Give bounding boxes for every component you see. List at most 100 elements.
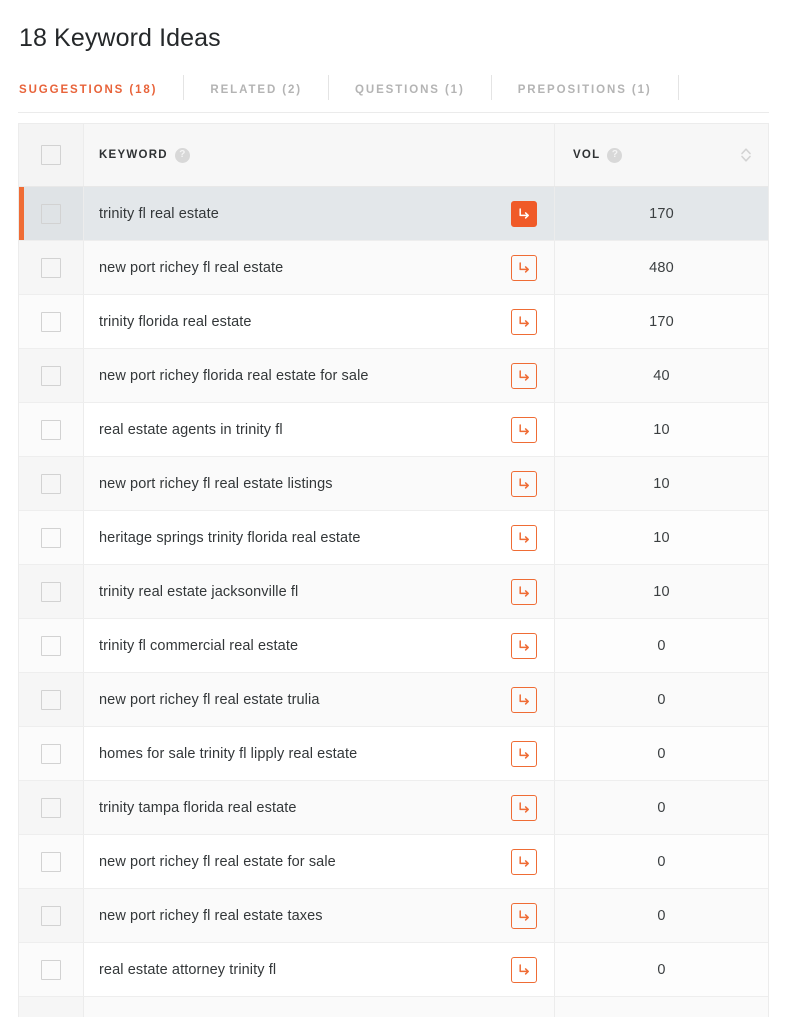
table-row[interactable]: real estate attorney trinity fl0 [19,943,768,997]
arrow-down-right-icon[interactable] [511,849,537,875]
tab-divider [328,75,329,100]
row-select-cell[interactable] [19,457,84,510]
arrow-down-right-icon[interactable] [511,957,537,983]
keyword-ideas-page: 18 Keyword Ideas SUGGESTIONS (18)RELATED… [0,0,787,1024]
keyword-cell: heritage springs trinity florida real es… [84,511,554,564]
row-select-cell[interactable] [19,727,84,780]
vol-value: 480 [649,260,674,276]
row-select-cell[interactable] [19,943,84,996]
table-row[interactable]: new port richey florida real estate for … [19,349,768,403]
row-checkbox[interactable] [41,366,61,386]
table-row[interactable]: new port richey fl real estate for sale 0 [19,835,768,889]
row-checkbox[interactable] [41,744,61,764]
table-row[interactable]: trinity fl commercial real estate0 [19,619,768,673]
arrow-down-right-icon[interactable] [511,201,537,227]
keyword-cell: new port richey fl real estate for sale [84,835,554,888]
table-row[interactable]: homes for sale trinity fl lipply real es… [19,727,768,781]
tab-bar: SUGGESTIONS (18) RELATED (2) QUESTIONS (1)… [18,73,769,113]
row-checkbox[interactable] [41,798,61,818]
vol-value: 0 [657,746,665,762]
arrow-down-right-icon[interactable] [511,795,537,821]
arrow-down-right-icon[interactable] [511,741,537,767]
row-checkbox[interactable] [41,906,61,926]
row-select-cell[interactable] [19,241,84,294]
keyword-cell: trinity tampa florida real estate [84,781,554,834]
keyword-column-header[interactable]: KEYWORD ? [84,124,554,186]
row-checkbox[interactable] [41,474,61,494]
arrow-down-right-icon[interactable] [511,525,537,551]
row-select-cell[interactable] [19,565,84,618]
tab-questions[interactable]: QUESTIONS (1) [355,73,465,112]
row-select-cell[interactable] [19,187,84,240]
vol-value: 10 [653,476,670,492]
vol-cell: 0 [554,943,768,996]
table-row[interactable]: new port richey fl real estate taxes0 [19,889,768,943]
table-row[interactable]: real estate agents in trinity fl 10 [19,403,768,457]
tab-prepositions[interactable]: PREPOSITIONS (1) [518,73,652,112]
row-checkbox[interactable] [41,960,61,980]
keyword-text: trinity tampa florida real estate [99,800,501,816]
row-checkbox[interactable] [41,312,61,332]
table-row[interactable]: new port richey fl real estate480 [19,241,768,295]
vol-cell: 0 [554,889,768,942]
tab-related[interactable]: RELATED (2) [210,73,302,112]
vol-help-icon[interactable]: ? [607,148,622,163]
table-row[interactable]: trinity real estate jacksonville fl10 [19,565,768,619]
row-checkbox[interactable] [41,852,61,872]
row-checkbox[interactable] [41,528,61,548]
vol-cell: 0 [554,727,768,780]
row-select-cell[interactable] [19,295,84,348]
row-checkbox[interactable] [41,582,61,602]
vol-cell: 40 [554,349,768,402]
keyword-text: trinity florida real estate [99,314,501,330]
table-row[interactable]: trinity fl real estate170 [19,187,768,241]
row-checkbox[interactable] [41,204,61,224]
row-select-cell[interactable] [19,619,84,672]
keyword-header-inner: KEYWORD ? [99,148,190,163]
row-select-cell[interactable] [19,835,84,888]
row-checkbox[interactable] [41,420,61,440]
select-all-cell[interactable] [19,124,84,186]
keyword-help-icon[interactable]: ? [175,148,190,163]
row-checkbox[interactable] [41,690,61,710]
arrow-down-right-icon[interactable] [511,579,537,605]
keyword-text: homes for sale trinity fl lipply real es… [99,746,501,762]
vol-value: 0 [657,692,665,708]
row-checkbox[interactable] [41,258,61,278]
arrow-down-right-icon[interactable] [511,687,537,713]
arrow-down-right-icon[interactable] [511,417,537,443]
tab-suggestions[interactable]: SUGGESTIONS (18) [19,73,157,112]
keyword-cell: new port richey fl real estate trulia [84,673,554,726]
row-select-cell[interactable] [19,781,84,834]
row-select-cell[interactable] [19,403,84,456]
keyword-text: real estate agents in trinity fl [99,422,501,438]
row-select-cell[interactable] [19,997,84,1017]
arrow-down-right-icon[interactable] [511,903,537,929]
row-checkbox[interactable] [41,636,61,656]
table-row[interactable]: trinity tampa florida real estate0 [19,781,768,835]
table-row[interactable]: trinity florida real estate170 [19,295,768,349]
vol-cell: 10 [554,403,768,456]
arrow-down-right-icon[interactable] [511,309,537,335]
vol-value: 0 [657,908,665,924]
row-select-cell[interactable] [19,349,84,402]
select-all-checkbox[interactable] [41,145,61,165]
arrow-down-right-icon[interactable] [511,363,537,389]
vol-cell: 0 [554,673,768,726]
table-row[interactable]: heritage springs trinity florida real es… [19,511,768,565]
row-select-cell[interactable] [19,511,84,564]
arrow-down-right-icon[interactable] [511,471,537,497]
keyword-cell: trinity fl commercial real estate [84,619,554,672]
arrow-down-right-icon[interactable] [511,255,537,281]
table-row-partial[interactable] [19,997,768,1017]
vol-column-header[interactable]: VOL ? [554,124,768,186]
table-row[interactable]: new port richey fl real estate listings1… [19,457,768,511]
table-row[interactable]: new port richey fl real estate trulia 0 [19,673,768,727]
arrow-down-right-icon[interactable] [511,633,537,659]
row-select-cell[interactable] [19,889,84,942]
vol-cell: 480 [554,241,768,294]
vol-header-label: VOL [573,149,600,161]
vol-sort-icon[interactable] [740,146,752,164]
vol-value: 0 [657,854,665,870]
row-select-cell[interactable] [19,673,84,726]
